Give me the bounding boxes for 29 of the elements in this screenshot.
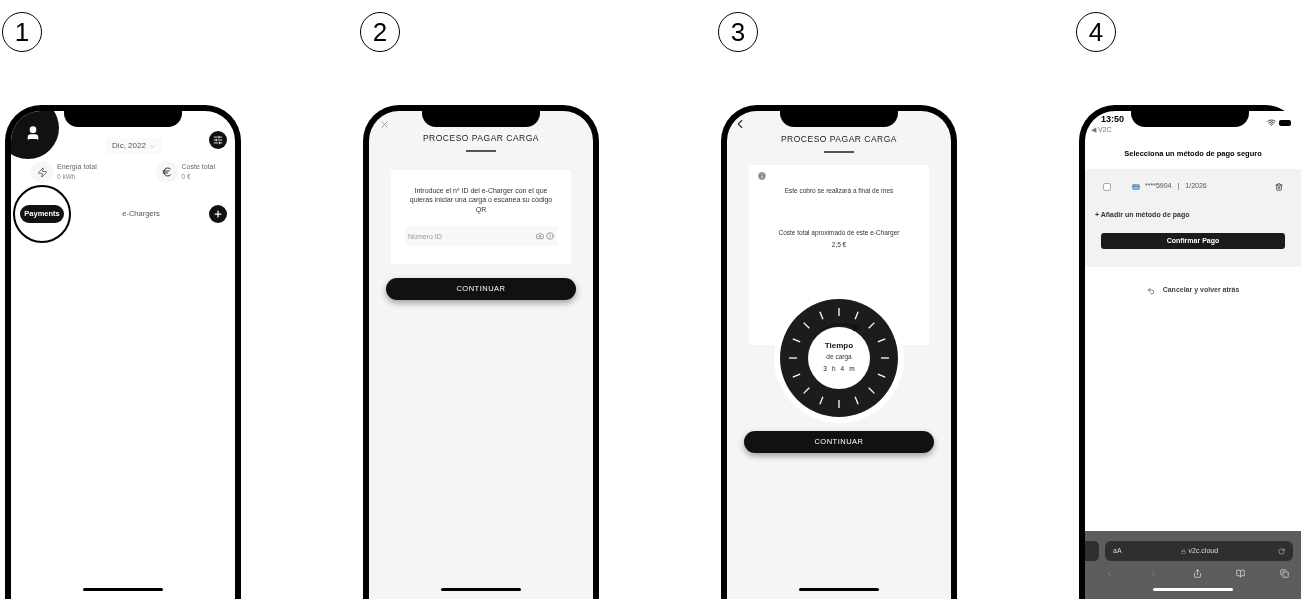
user-icon <box>25 125 41 141</box>
month-selector[interactable]: Dic, 2022 <box>106 138 162 154</box>
lightning-icon <box>36 166 48 178</box>
status-time: 13:50 <box>1101 115 1125 124</box>
reload-icon[interactable] <box>1278 547 1285 555</box>
delete-icon[interactable] <box>1275 182 1283 191</box>
undo-icon <box>1146 286 1155 295</box>
bookmarks-icon[interactable] <box>1236 569 1246 578</box>
screen-title: PROCESO PAGAR CARGA <box>780 133 898 146</box>
checkbox[interactable] <box>1103 182 1111 191</box>
caret-icon <box>148 142 156 150</box>
dial-title: Tiempo <box>824 341 854 350</box>
info-icon[interactable] <box>546 232 554 241</box>
card-icon <box>1131 182 1141 191</box>
battery-icon <box>1279 119 1291 126</box>
filter-button[interactable] <box>209 131 227 149</box>
lock-icon <box>1181 548 1187 554</box>
plus-icon <box>213 209 223 219</box>
share-icon[interactable] <box>1192 569 1202 578</box>
info-icon <box>757 170 767 181</box>
tab-preview <box>1085 541 1099 561</box>
screen-title: PROCESO PAGAR CARGA <box>422 132 540 145</box>
wifi-icon <box>1267 118 1276 127</box>
camera-icon[interactable] <box>536 232 544 241</box>
tabs-icon[interactable] <box>1280 569 1289 578</box>
euro-icon <box>160 166 173 178</box>
add-button[interactable] <box>209 205 227 223</box>
close-icon[interactable] <box>379 119 390 130</box>
filter-icon <box>213 135 223 145</box>
